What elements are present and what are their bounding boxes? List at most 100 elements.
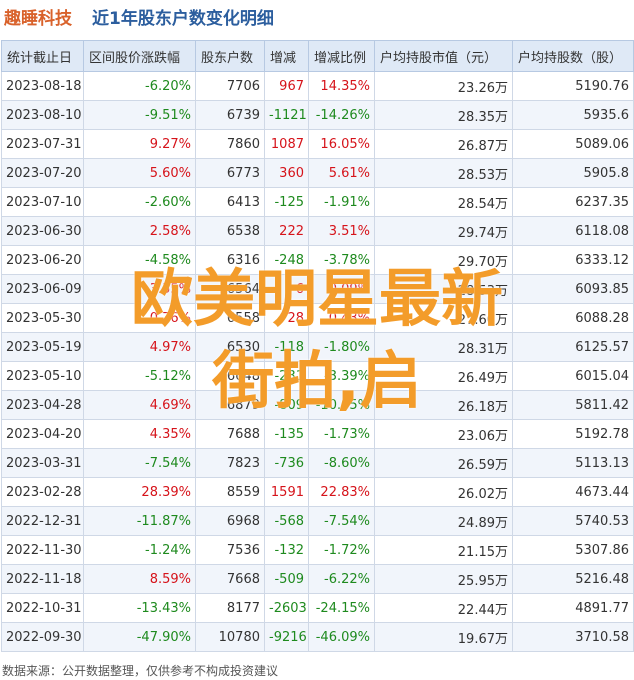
cell-change: -568 xyxy=(264,506,309,536)
cell-price-change: 8.59% xyxy=(83,564,196,594)
cell-ratio: -3.78% xyxy=(308,245,375,275)
cell-holders: 6558 xyxy=(195,303,265,333)
cell-avg-value: 28.53万 xyxy=(374,274,513,304)
table-row[interactable]: 2022-11-30 -1.24% 7536 -132 -1.72% 21.15万 5307… xyxy=(1,535,634,565)
header: 趣睡科技 近1年股东户数变化明细 xyxy=(0,0,634,36)
cell-holders: 6538 xyxy=(195,216,265,246)
cell-change: -135 xyxy=(264,419,309,449)
cell-ratio: 0.09% xyxy=(308,274,375,304)
cell-change: -248 xyxy=(264,245,309,275)
table-row[interactable]: 2023-06-30 2.58% 6538 222 3.51% 29.74万 6118.08 xyxy=(1,216,634,246)
column-header-price-change[interactable]: 区间股价涨跌幅 xyxy=(83,40,196,72)
cell-holders: 7823 xyxy=(195,448,265,478)
cell-holders: 7688 xyxy=(195,419,265,449)
table-row[interactable]: 2023-08-18 -6.20% 7706 967 14.35% 23.26万 5190.… xyxy=(1,71,634,101)
cell-price-change: 4.69% xyxy=(83,390,196,420)
cell-date: 2023-04-20 xyxy=(1,419,84,449)
cell-price-change: 4.97% xyxy=(83,332,196,362)
cell-ratio: -1.72% xyxy=(308,535,375,565)
cell-ratio: 3.51% xyxy=(308,216,375,246)
cell-avg-shares: 6333.12 xyxy=(512,245,634,275)
cell-price-change: 5.60% xyxy=(83,158,196,188)
cell-holders: 6739 xyxy=(195,100,265,130)
cell-holders: 6968 xyxy=(195,506,265,536)
table-row[interactable]: 2023-08-10 -9.51% 6739 -1121 -14.26% 28.35万 59… xyxy=(1,100,634,130)
cell-price-change: 9.27% xyxy=(83,129,196,159)
cell-date: 2023-05-19 xyxy=(1,332,84,362)
cell-date: 2023-04-28 xyxy=(1,390,84,420)
cell-avg-value: 21.15万 xyxy=(374,535,513,565)
cell-date: 2023-07-31 xyxy=(1,129,84,159)
cell-date: 2023-06-30 xyxy=(1,216,84,246)
cell-holders: 7536 xyxy=(195,535,265,565)
table-row[interactable]: 2023-07-31 9.27% 7860 1087 16.05% 26.87万 5089.… xyxy=(1,129,634,159)
table-row[interactable]: 2022-12-31 -11.87% 6968 -568 -7.54% 24.89万 574… xyxy=(1,506,634,536)
cell-avg-value: 28.31万 xyxy=(374,332,513,362)
cell-price-change: -5.12% xyxy=(83,361,196,391)
table-row[interactable]: 2023-04-20 4.35% 7688 -135 -1.73% 23.06万 5192.… xyxy=(1,419,634,449)
cell-avg-shares: 5935.6 xyxy=(512,100,634,130)
cell-change: 360 xyxy=(264,158,309,188)
table-row[interactable]: 2023-03-31 -7.54% 7823 -736 -8.60% 26.59万 5113… xyxy=(1,448,634,478)
cell-avg-value: 27.60万 xyxy=(374,303,513,333)
cell-ratio: 14.35% xyxy=(308,71,375,101)
cell-change: -1121 xyxy=(264,100,309,130)
cell-holders: 10780 xyxy=(195,622,265,652)
cell-ratio: 5.61% xyxy=(308,158,375,188)
cell-price-change: 4.35% xyxy=(83,419,196,449)
cell-avg-value: 22.44万 xyxy=(374,593,513,623)
table-row[interactable]: 2023-07-20 5.60% 6773 360 5.61% 28.53万 5905.8 xyxy=(1,158,634,188)
cell-price-change: -2.60% xyxy=(83,187,196,217)
source-note: 数据来源：公开数据整理，仅供参考不构成投资建议 xyxy=(2,664,279,678)
table-row[interactable]: 2023-07-10 -2.60% 6413 -125 -1.91% 28.54万 6237… xyxy=(1,187,634,217)
cell-avg-value: 28.53万 xyxy=(374,158,513,188)
cell-date: 2023-08-10 xyxy=(1,100,84,130)
table-row[interactable]: 2022-11-18 8.59% 7668 -509 -6.22% 25.95万 5216.… xyxy=(1,564,634,594)
cell-price-change: -9.51% xyxy=(83,100,196,130)
table-row[interactable]: 2022-09-30 -47.90% 10780 -9216 -46.09% 19.67万… xyxy=(1,622,634,652)
table-row[interactable]: 2023-05-19 4.97% 6530 -118 -1.80% 28.31万 6125.… xyxy=(1,332,634,362)
cell-change: 967 xyxy=(264,71,309,101)
cell-date: 2023-06-09 xyxy=(1,274,84,304)
table-row[interactable]: 2023-06-20 -4.58% 6316 -248 -3.78% 29.70万 6333… xyxy=(1,245,634,275)
cell-avg-shares: 5216.48 xyxy=(512,564,634,594)
table-row[interactable]: 2022-10-31 -13.43% 8177 -2603 -24.15% 22.44万 4… xyxy=(1,593,634,623)
cell-price-change: -1.24% xyxy=(83,535,196,565)
cell-ratio: -1.73% xyxy=(308,419,375,449)
cell-holders: 6564 xyxy=(195,274,265,304)
cell-date: 2022-09-30 xyxy=(1,622,84,652)
table-row[interactable]: 2023-06-09 3.55% 6564 6 0.09% 28.53万 6093.85 xyxy=(1,274,634,304)
cell-ratio: -10.65% xyxy=(308,390,375,420)
column-header-avg-value[interactable]: 户均持股市值（元） xyxy=(374,40,513,72)
column-header-ratio[interactable]: 增减比例 xyxy=(308,40,375,72)
cell-date: 2023-08-18 xyxy=(1,71,84,101)
cell-change: 1591 xyxy=(264,477,309,507)
column-header-avg-shares[interactable]: 户均持股数（股） xyxy=(512,40,634,72)
cell-avg-value: 23.06万 xyxy=(374,419,513,449)
column-header-date[interactable]: 统计截止日 xyxy=(1,40,84,72)
cell-avg-shares: 5089.06 xyxy=(512,129,634,159)
cell-holders: 6879 xyxy=(195,390,265,420)
cell-avg-value: 26.87万 xyxy=(374,129,513,159)
cell-ratio: -7.54% xyxy=(308,506,375,536)
cell-avg-value: 25.95万 xyxy=(374,564,513,594)
cell-avg-value: 29.74万 xyxy=(374,216,513,246)
table-row[interactable]: 2023-04-28 4.69% 6879 -809 -10.65% 26.18万 5811… xyxy=(1,390,634,420)
cell-change: -9216 xyxy=(264,622,309,652)
cell-ratio: -3.39% xyxy=(308,361,375,391)
table-row[interactable]: 2023-02-28 28.39% 8559 1591 22.83% 26.02万 4673… xyxy=(1,477,634,507)
cell-price-change: 3.55% xyxy=(83,274,196,304)
table-row[interactable]: 2023-05-30 0.76% 6558 28 0.43% 27.60万 6088.28 xyxy=(1,303,634,333)
cell-change: -509 xyxy=(264,564,309,594)
cell-avg-value: 29.70万 xyxy=(374,245,513,275)
cell-date: 2022-11-18 xyxy=(1,564,84,594)
table-body: 2023-08-18 -6.20% 7706 967 14.35% 23.26万 5190.… xyxy=(1,71,634,652)
cell-change: -736 xyxy=(264,448,309,478)
cell-date: 2022-11-30 xyxy=(1,535,84,565)
column-header-change[interactable]: 增减 xyxy=(264,40,309,72)
cell-change: 1087 xyxy=(264,129,309,159)
column-header-holders[interactable]: 股东户数 xyxy=(195,40,265,72)
cell-ratio: -6.22% xyxy=(308,564,375,594)
table-row[interactable]: 2023-05-10 -5.12% 6648 -231 -3.39% 26.49万 6015… xyxy=(1,361,634,391)
cell-price-change: -47.90% xyxy=(83,622,196,652)
